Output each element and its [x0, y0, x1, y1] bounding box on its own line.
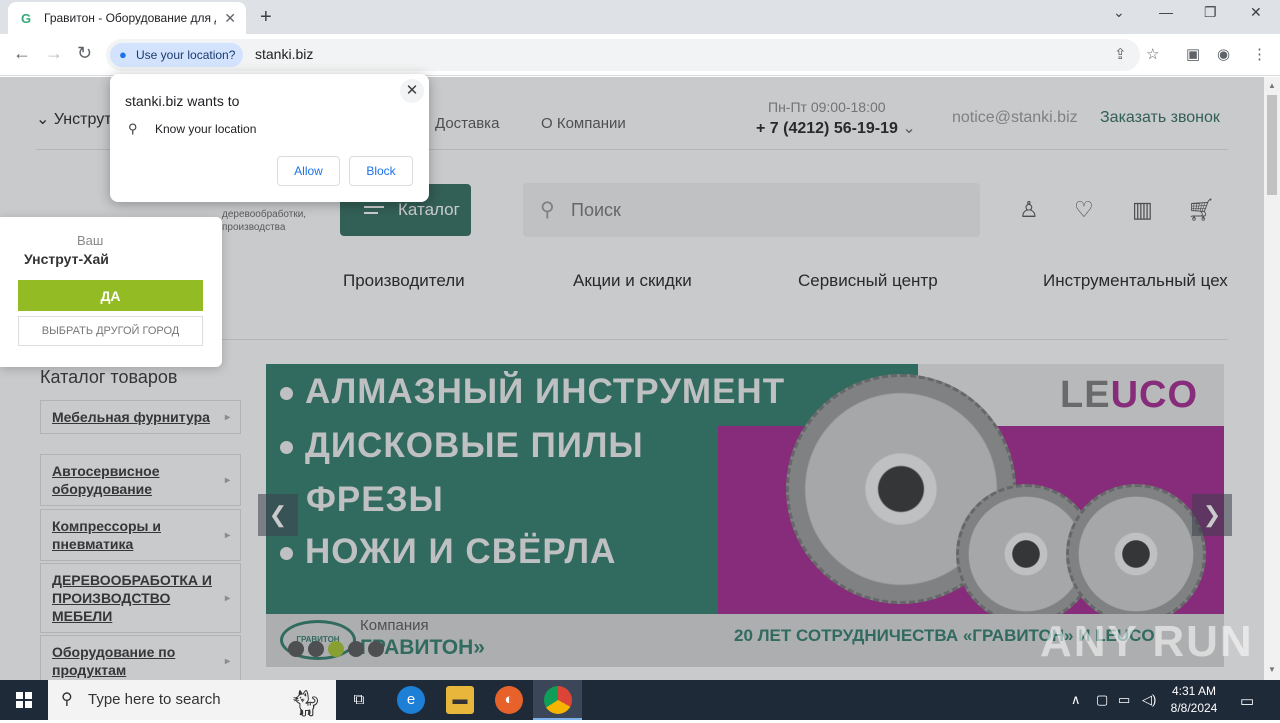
choose-other-city-button[interactable]: ВЫБРАТЬ ДРУГОЙ ГОРОД: [18, 316, 203, 346]
reload-icon[interactable]: ↻: [77, 43, 92, 64]
anyrun-watermark: ANY RUN: [1040, 617, 1254, 666]
system-clock[interactable]: 4:31 AM 8/8/2024: [1168, 683, 1220, 717]
taskbar-search-placeholder: Type here to search: [88, 691, 221, 708]
location-permission-dialog: stanki.biz wants to ✕ ⚲ Know your locati…: [110, 74, 429, 202]
windows-start-icon[interactable]: [16, 692, 32, 708]
side-panel-icon[interactable]: ▣: [1186, 45, 1200, 63]
share-icon[interactable]: ⇪: [1114, 45, 1127, 63]
bookmark-star-icon[interactable]: ☆: [1146, 45, 1159, 63]
search-icon: ⚲: [61, 691, 73, 708]
taskbar: ⚲ Type here to search 🐈︎ ⧉ e ▬ ◐ ∧ ▢ ▭ ◁…: [0, 680, 1280, 720]
close-window-button[interactable]: ✕: [1250, 4, 1262, 21]
meet-now-icon[interactable]: ▢: [1096, 692, 1108, 708]
clock-time: 4:31 AM: [1171, 684, 1217, 698]
network-icon[interactable]: ▭: [1118, 692, 1130, 708]
new-tab-button[interactable]: +: [260, 6, 272, 29]
menu-kebab-icon[interactable]: ⋮: [1252, 45, 1267, 63]
firefox-icon[interactable]: ◐: [495, 686, 523, 714]
clock-date: 8/8/2024: [1170, 701, 1218, 715]
back-arrow-icon[interactable]: ←: [13, 43, 31, 64]
city-name: Унструт-Хай: [24, 251, 109, 267]
city-confirm-popup: Ваш Унструт-Хай ДА ВЫБРАТЬ ДРУГОЙ ГОРОД: [0, 217, 222, 367]
forward-arrow-icon[interactable]: →: [45, 43, 63, 64]
location-pin-icon: ●: [119, 47, 127, 62]
close-icon[interactable]: ✕: [400, 79, 424, 103]
task-view-icon[interactable]: ⧉: [345, 686, 373, 714]
chevron-up-icon[interactable]: ∧: [1071, 692, 1081, 708]
page-scrollbar[interactable]: ▲ ▼: [1264, 77, 1280, 680]
url-text: stanki.biz: [255, 46, 314, 62]
site-favicon-icon: G: [20, 10, 32, 26]
restore-button[interactable]: ❐: [1204, 4, 1217, 21]
tab-strip: G Гравитон - Оборудование для д ✕ + ⌄ — …: [0, 0, 1280, 34]
allow-button[interactable]: Allow: [277, 156, 340, 186]
taskbar-search[interactable]: ⚲ Type here to search 🐈︎: [48, 680, 336, 720]
close-tab-icon[interactable]: ✕: [224, 10, 236, 27]
city-yes-button[interactable]: ДА: [18, 280, 203, 311]
minimize-button[interactable]: —: [1159, 4, 1173, 20]
file-explorer-icon[interactable]: ▬: [446, 686, 474, 714]
volume-icon[interactable]: ◁): [1142, 692, 1156, 708]
notification-icon[interactable]: ▭: [1240, 692, 1254, 710]
address-bar[interactable]: ● Use your location? stanki.biz: [106, 39, 1140, 71]
profile-avatar-icon[interactable]: ◉: [1217, 45, 1230, 63]
tab-search-icon[interactable]: ⌄: [1113, 4, 1125, 21]
cat-illustration-icon: 🐈︎: [288, 688, 322, 718]
browser-tab[interactable]: G Гравитон - Оборудование для д ✕: [8, 2, 246, 34]
permission-title: stanki.biz wants to: [125, 93, 240, 109]
chrome-icon[interactable]: [544, 686, 572, 714]
browser-toolbar: ← → ↻ ● Use your location? stanki.biz ⇪ …: [0, 34, 1280, 76]
location-permission-chip[interactable]: ● Use your location?: [110, 43, 244, 67]
location-chip-label: Use your location?: [136, 48, 236, 62]
tab-title: Гравитон - Оборудование для д: [44, 11, 216, 25]
scroll-down-icon[interactable]: ▼: [1268, 665, 1276, 674]
city-question: Ваш: [77, 233, 104, 248]
edge-icon[interactable]: e: [397, 686, 425, 714]
permission-item: Know your location: [155, 122, 257, 136]
location-pin-icon: ⚲: [128, 121, 138, 136]
scrollbar-thumb[interactable]: [1267, 95, 1277, 195]
scroll-up-icon[interactable]: ▲: [1268, 81, 1276, 90]
block-button[interactable]: Block: [349, 156, 413, 186]
